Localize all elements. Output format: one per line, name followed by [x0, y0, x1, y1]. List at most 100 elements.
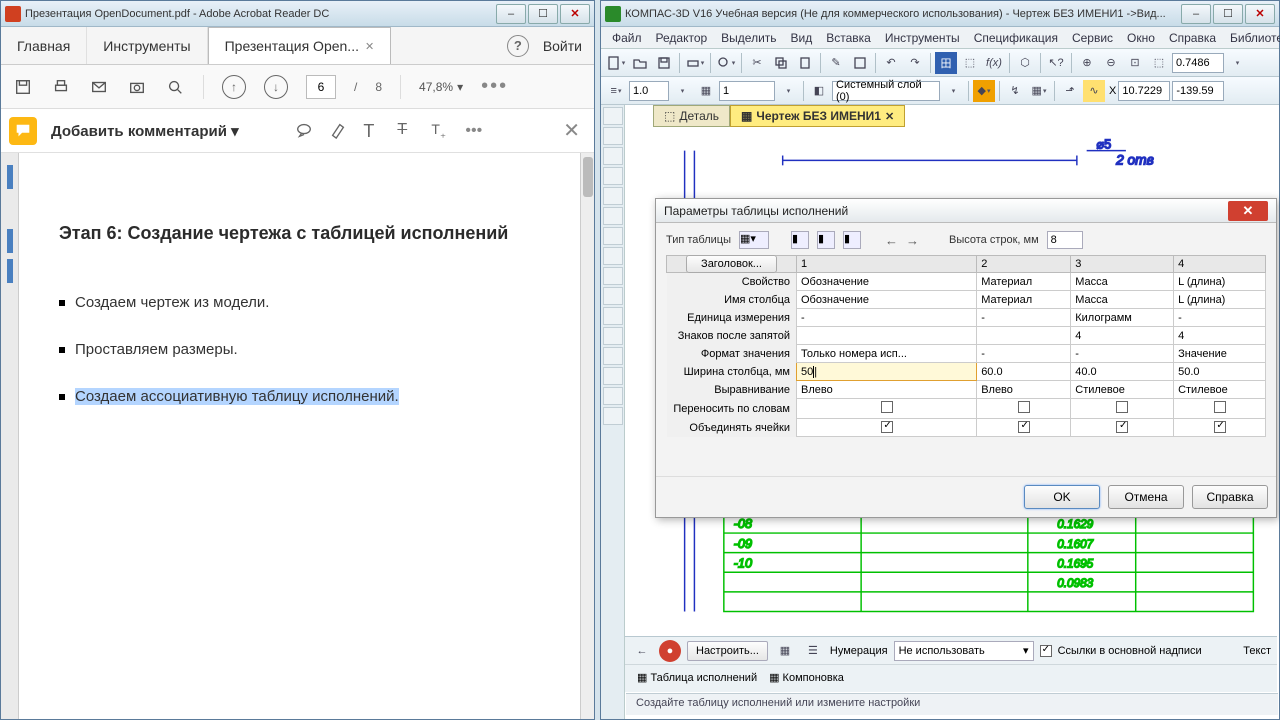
row-height-field[interactable] [1047, 231, 1083, 249]
preview-icon[interactable] [715, 52, 737, 74]
sticky-note-icon[interactable] [295, 121, 315, 141]
close-tab-icon[interactable]: ✕ [365, 40, 374, 53]
grid-icon[interactable]: ▦ [1028, 80, 1050, 102]
text-callout-icon[interactable]: T₊ [431, 121, 451, 141]
lineweight-icon[interactable]: ≡ [605, 80, 627, 102]
zoom-window-icon[interactable]: ⬚ [1148, 52, 1170, 74]
move-right-icon[interactable]: → [906, 233, 919, 248]
ortho-icon[interactable]: ⬏ [1059, 80, 1081, 102]
bottom-tab-table[interactable]: ▦ Таблица исполнений [637, 671, 757, 684]
text-icon[interactable]: T [363, 121, 383, 141]
link-icon[interactable]: ⬡ [1014, 52, 1036, 74]
help-icon[interactable]: ? [507, 35, 529, 57]
arrow-left-icon[interactable]: ← [631, 640, 653, 662]
more-icon[interactable]: ••• [481, 75, 508, 98]
copy-icon[interactable] [770, 52, 792, 74]
menu-view[interactable]: Вид [786, 31, 818, 45]
menu-libs[interactable]: Библиотеки [1225, 31, 1280, 45]
ok-button[interactable]: OK [1024, 485, 1100, 509]
layer-icon[interactable]: ◧ [808, 80, 830, 102]
numbering-select[interactable]: Не использовать▾ [894, 641, 1034, 661]
tab-tools[interactable]: Инструменты [87, 27, 207, 64]
new-icon[interactable] [605, 52, 627, 74]
brush-icon[interactable]: ✎ [825, 52, 847, 74]
acrobat-sidebar[interactable] [1, 153, 19, 719]
tab-drawing[interactable]: ▦ Чертеж БЕЗ ИМЕНИ1 ✕ [730, 105, 905, 127]
merge-1-checkbox[interactable] [881, 421, 893, 433]
help-arrow-icon[interactable]: ↖? [1045, 52, 1067, 74]
more-tools-icon[interactable]: ••• [465, 122, 482, 140]
highlight-icon[interactable] [329, 121, 349, 141]
menu-edit[interactable]: Редактор [651, 31, 713, 45]
close-button[interactable]: ✕ [1245, 4, 1275, 24]
sheet-field[interactable]: 1 [719, 81, 775, 101]
props-icon[interactable] [849, 52, 871, 74]
maximize-button[interactable]: ☐ [1213, 4, 1243, 24]
close-comment-bar-icon[interactable]: ✕ [563, 118, 586, 143]
col-add-icon[interactable]: ▮ [817, 231, 835, 249]
side-tool[interactable] [603, 107, 623, 125]
settings-button[interactable]: Настроить... [687, 641, 768, 661]
print-icon[interactable] [51, 77, 71, 97]
zoom-in-icon[interactable]: ⊕ [1076, 52, 1098, 74]
dialog-close-button[interactable]: ✕ [1228, 201, 1268, 221]
camera-icon[interactable] [127, 77, 147, 97]
menu-tools[interactable]: Инструменты [880, 31, 965, 45]
header-button[interactable]: Заголовок... [686, 255, 777, 273]
save-icon[interactable] [13, 77, 33, 97]
help-button[interactable]: Справка [1192, 485, 1268, 509]
manager-icon[interactable]: ⬚ [959, 52, 981, 74]
minimize-button[interactable]: – [1181, 4, 1211, 24]
tab-document[interactable]: Презентация Open... ✕ [208, 27, 392, 64]
sheet-icon[interactable]: ▦ [695, 80, 717, 102]
table-icon[interactable]: ▦ [774, 640, 796, 662]
move-left-icon[interactable]: ← [885, 233, 898, 248]
coord-y-field[interactable]: -139.59 [1172, 81, 1224, 101]
page-number-field[interactable]: 6 [306, 75, 336, 99]
scale-field[interactable]: 0.7486 [1172, 53, 1224, 73]
col-insert-icon[interactable]: ▮ [791, 231, 809, 249]
menu-file[interactable]: Файл [607, 31, 647, 45]
zoom-out-icon[interactable]: ⊖ [1100, 52, 1122, 74]
search-icon[interactable] [165, 77, 185, 97]
menu-select[interactable]: Выделить [716, 31, 781, 45]
menu-insert[interactable]: Вставка [821, 31, 876, 45]
menu-spec[interactable]: Спецификация [969, 31, 1063, 45]
bottom-tab-layout[interactable]: ▦ Компоновка [769, 671, 844, 684]
zoom-fit-icon[interactable]: ⊡ [1124, 52, 1146, 74]
cut-icon[interactable]: ✂ [746, 52, 768, 74]
redo-icon[interactable]: ↷ [904, 52, 926, 74]
tab-detail[interactable]: ⬚ Деталь [653, 105, 730, 127]
minimize-button[interactable]: – [496, 4, 526, 24]
strikethrough-icon[interactable]: T [397, 121, 417, 141]
color-icon[interactable]: ◆ [973, 80, 995, 102]
page-down-icon[interactable]: ↓ [264, 75, 288, 99]
comment-bubble-icon[interactable] [9, 117, 37, 145]
links-checkbox[interactable] [1040, 645, 1052, 657]
maximize-button[interactable]: ☐ [528, 4, 558, 24]
wrap-1-checkbox[interactable] [881, 401, 893, 413]
menu-service[interactable]: Сервис [1067, 31, 1118, 45]
cancel-button[interactable]: Отмена [1108, 485, 1184, 509]
snap-icon[interactable]: ↯ [1004, 80, 1026, 102]
open-icon[interactable] [629, 52, 651, 74]
zoom-field[interactable]: 47,8%▾ [419, 80, 463, 94]
save-icon[interactable] [653, 52, 675, 74]
tab-home[interactable]: Главная [1, 27, 87, 64]
mail-icon[interactable] [89, 77, 109, 97]
scrollbar[interactable] [580, 153, 594, 719]
col-del-icon[interactable]: ▮ [843, 231, 861, 249]
coord-x-field[interactable]: 10.7229 [1118, 81, 1170, 101]
undo-icon[interactable]: ↶ [880, 52, 902, 74]
type-picker-icon[interactable]: ▦▾ [739, 231, 769, 249]
list-icon[interactable]: ☰ [802, 640, 824, 662]
signin-link[interactable]: Войти [543, 38, 582, 54]
layer-field[interactable]: Системный слой (0) [832, 81, 940, 101]
menu-window[interactable]: Окно [1122, 31, 1160, 45]
print-icon[interactable] [684, 52, 706, 74]
close-button[interactable]: ✕ [560, 4, 590, 24]
width-col1-field[interactable]: 50| [797, 363, 977, 381]
stop-icon[interactable]: ● [659, 640, 681, 662]
menu-help[interactable]: Справка [1164, 31, 1221, 45]
fx-icon[interactable]: f(x) [983, 52, 1005, 74]
